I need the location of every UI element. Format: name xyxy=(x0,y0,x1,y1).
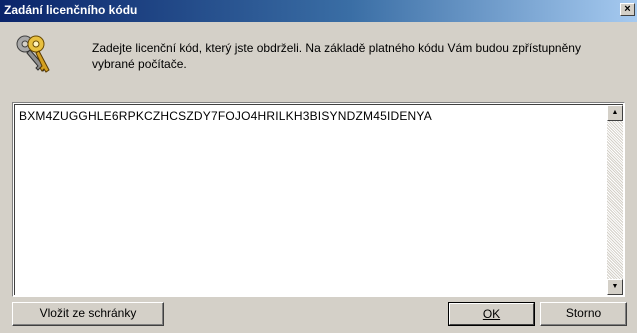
ok-button[interactable]: OK xyxy=(448,302,535,326)
arrow-up-icon: ▲ xyxy=(611,109,619,116)
close-button[interactable]: × xyxy=(620,3,635,16)
scroll-down-button[interactable]: ▼ xyxy=(607,279,623,295)
instruction-text: Zadejte licenční kód, který jste obdržel… xyxy=(92,41,581,71)
vertical-scrollbar[interactable]: ▲ ▼ xyxy=(607,105,623,295)
paste-from-clipboard-button[interactable]: Vložit ze schránky xyxy=(12,302,164,326)
title-bar[interactable]: Zadání licenčního kódu × xyxy=(0,0,637,22)
close-icon: × xyxy=(624,3,631,15)
scroll-up-button[interactable]: ▲ xyxy=(607,105,623,121)
license-code-textarea[interactable]: BXM4ZUGGHLE6RPKCZHCSZDY7FOJO4HRILKH3BISY… xyxy=(12,102,625,297)
arrow-down-icon: ▼ xyxy=(611,283,619,290)
ok-button-label: OK xyxy=(482,307,501,321)
keys-icon xyxy=(16,35,50,73)
license-code-value[interactable]: BXM4ZUGGHLE6RPKCZHCSZDY7FOJO4HRILKH3BISY… xyxy=(19,109,432,123)
window-title: Zadání licenčního kódu xyxy=(4,3,138,17)
cancel-button[interactable]: Storno xyxy=(540,302,627,326)
